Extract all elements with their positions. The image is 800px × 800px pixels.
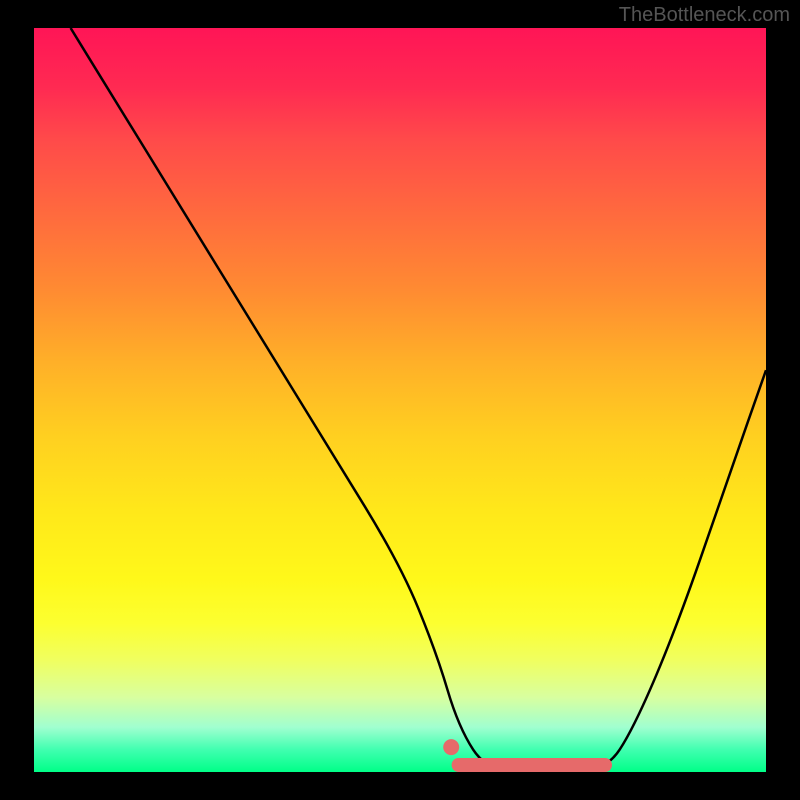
watermark-text: TheBottleneck.com <box>619 4 790 27</box>
chart-svg <box>34 28 766 772</box>
chart-plot-area <box>34 28 766 772</box>
curve-marker-dot <box>443 739 459 755</box>
bottleneck-curve-line <box>71 28 766 772</box>
